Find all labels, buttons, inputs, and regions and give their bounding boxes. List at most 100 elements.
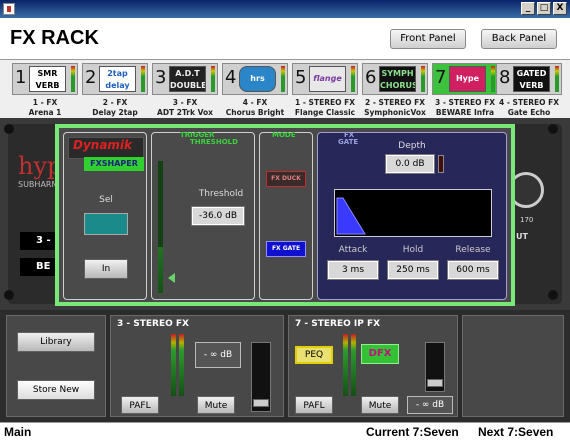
threshold-label: Threshold [198,189,244,199]
threshold-section: TRIGGER THRESHOLD Threshold -36.0 dB [151,131,255,300]
library-button[interactable]: Library [17,332,95,352]
logo-top: Dynamik [73,138,133,152]
depth-value[interactable]: 0.0 dB [385,154,435,174]
trigger-meter-unlit [158,161,163,247]
chorus-icon: hrs [239,66,276,92]
fx-slot-3[interactable]: 3 A.D.T DOUBLER 3 - FX ADT 2Trk Vox [152,63,218,117]
fader-handle[interactable] [427,379,443,387]
threshold-value[interactable]: -36.0 dB [191,206,245,226]
front-panel-button[interactable]: Front Panel [390,29,466,49]
channel-level: - ∞ dB [195,342,241,368]
fx-slot-bus: 4 - STEREO FX [499,98,559,107]
hold-label: Hold [402,245,424,255]
attack-value[interactable]: 3 ms [327,260,379,280]
fx-slot-number: 1 [15,67,27,88]
rack-screw [548,124,558,134]
minimize-button[interactable]: _ [521,2,535,15]
smr-verb-icon: SMR VERB [29,66,66,92]
dfx-button[interactable]: DFX [361,344,399,364]
fx-slot-6[interactable]: 6 SYMPH CHORUS 2 - STEREO FX SymphonicVo… [362,63,428,117]
dynamik-logo: Dynamik [68,137,144,159]
rack-screw [548,290,558,300]
fx-slot-number: 6 [365,67,377,88]
delay-2tap-icon: 2tap delay [99,66,136,92]
bg-subtitle: SUBHARM [18,180,59,189]
status-next: Next 7:Seven [478,425,554,439]
channel-fader-track [251,342,271,412]
slot-meter [141,66,145,92]
rack-screw [4,124,14,134]
channel-level: - ∞ dB [407,396,453,414]
fx-slot-5[interactable]: 5 flange 1 - STEREO FX Flange Classic [292,63,358,117]
bg-knob-value: 170 [520,216,534,224]
logo-bottom: FXSHAPER [84,157,144,171]
maximize-button[interactable]: □ [537,2,551,15]
attack-label: Attack [338,245,368,255]
status-current: Current 7:Seven [366,425,459,439]
slot-meter [491,66,495,92]
channel-meter-left [343,334,348,396]
hold-value[interactable]: 250 ms [387,260,439,280]
fx-duck-button[interactable]: FX DUCK [266,171,306,187]
fx-slot-8[interactable]: 8 GATED VERB 4 - STEREO FX Gate Echo [496,63,562,117]
fx-gate-button[interactable]: FX GATE [266,241,306,257]
status-bar: Main Current 7:Seven Next 7:Seven [0,422,570,442]
sel-label: Sel [99,195,113,205]
fx-slot-1[interactable]: 1 SMR VERB 1 - FX Arena 1 [12,63,78,117]
fx-slot-number: 2 [85,67,97,88]
pafl-button[interactable]: PAFL [121,396,159,414]
close-button[interactable]: X [553,2,567,15]
bg-channel-label: 3 - [20,232,56,250]
fx-slot-4[interactable]: 4 hrs 4 - FX Chorus Bright [222,63,288,117]
slot-meter [351,66,355,92]
channel-title: 7 - STEREO IP FX [295,319,381,329]
mute-button[interactable]: Mute [361,396,399,414]
library-panel: Library Store New [6,315,106,417]
header: FX RACK Front Panel Back Panel [0,18,570,60]
slot-meter [71,66,75,92]
channel-meter-left [171,334,176,396]
fx-slot-strip: 1 SMR VERB 1 - FX Arena 1 2 2tap delay 2… [0,60,570,118]
mode-section: MODE FX DUCK FX GATE [259,131,313,300]
threshold-marker-icon[interactable] [168,273,175,283]
window-titlebar: _ □ X [0,0,570,18]
release-value[interactable]: 600 ms [447,260,499,280]
gate-label: GATE [338,138,359,146]
fx-slot-number: 8 [499,67,511,88]
envelope-shape [336,197,366,235]
depth-meter [438,155,444,173]
depth-label: Depth [398,141,426,151]
peq-button[interactable]: PEQ [295,346,333,364]
slot-meter [421,66,425,92]
dynamik-fx-panel: Dynamik FXSHAPER Sel In TRIGGER THRESHOL… [55,124,515,306]
store-new-button[interactable]: Store New [17,380,95,400]
bg-out-label: UT [516,232,528,241]
gated-verb-icon: GATED VERB [513,66,550,92]
bottom-area: Library Store New 3 - STEREO FX - ∞ dB P… [0,310,570,422]
back-panel-button[interactable]: Back Panel [481,29,557,49]
fx-slot-2[interactable]: 2 2tap delay 2 - FX Delay 2tap [82,63,148,117]
release-label: Release [455,245,491,255]
in-button[interactable]: In [84,259,128,279]
channel-strip-1: 3 - STEREO FX - ∞ dB PAFL Mute [110,315,284,417]
slot-meter [555,66,559,92]
fx-slot-preset: Gate Echo [507,108,551,117]
hype-icon: Hype [449,66,486,92]
pafl-button[interactable]: PAFL [295,396,333,414]
app-icon [3,3,15,15]
fx-slot-number: 7 [435,67,447,88]
slot-meter [211,66,215,92]
sel-section: Dynamik FXSHAPER Sel In [63,132,147,300]
adt-doubler-icon: A.D.T DOUBLER [169,66,206,92]
envelope-display [334,189,492,237]
rack-screw [4,290,14,300]
channel-title: 3 - STEREO FX [117,319,189,329]
symphonic-chorus-icon: SYMPH CHORUS [379,66,416,92]
fader-handle[interactable] [253,399,269,407]
channel-strip-2: 7 - STEREO IP FX PEQ DFX PAFL Mute - ∞ d… [288,315,458,417]
empty-panel [462,315,564,417]
sel-button[interactable] [84,213,128,235]
mute-button[interactable]: Mute [197,396,235,414]
threshold-header: THRESHOLD [190,138,238,146]
channel-meter-right [179,334,184,396]
